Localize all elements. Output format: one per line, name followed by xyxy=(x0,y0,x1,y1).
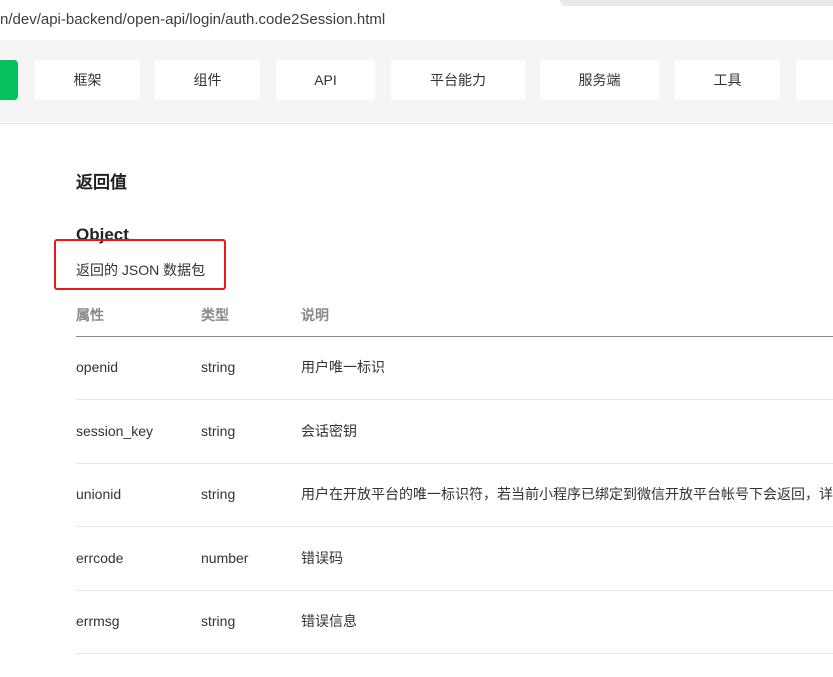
nav-item-tools[interactable]: 工具 xyxy=(675,60,780,100)
section-title-return-value: 返回值 xyxy=(76,173,127,192)
header-type: 类型 xyxy=(201,307,229,323)
table-row: errcode number 错误码 xyxy=(76,527,833,591)
nav-divider xyxy=(0,123,833,124)
row-name: errcode xyxy=(76,550,124,566)
browser-tab-edge xyxy=(560,0,833,6)
row-name: unionid xyxy=(76,486,122,502)
row-desc: 用户唯一标识 xyxy=(301,359,385,375)
nav-item-components[interactable]: 组件 xyxy=(155,60,260,100)
row-desc: 错误码 xyxy=(301,550,343,566)
nav-item-platform-capabilities[interactable]: 平台能力 xyxy=(391,60,525,100)
browser-address-bar[interactable]: n/dev/api-backend/open-api/login/auth.co… xyxy=(0,0,833,41)
row-desc: 用户在开放平台的唯一标识符，若当前小程序已绑定到微信开放平台帐号下会返回，详 xyxy=(301,486,833,502)
row-type: string xyxy=(201,423,236,439)
red-highlight-box xyxy=(54,239,226,290)
row-type: string xyxy=(201,359,236,375)
nav-item-framework[interactable]: 框架 xyxy=(35,60,140,100)
table-row: openid string 用户唯一标识 xyxy=(76,336,833,400)
table-row: errmsg string 错误信息 xyxy=(76,590,833,654)
row-desc: 错误信息 xyxy=(301,613,357,629)
row-name: errmsg xyxy=(76,613,120,629)
row-name: openid xyxy=(76,359,119,375)
nav-active-indicator[interactable] xyxy=(0,60,18,100)
row-name: session_key xyxy=(76,423,154,439)
table-row: session_key string 会话密钥 xyxy=(76,400,833,464)
url-text[interactable]: n/dev/api-backend/open-api/login/auth.co… xyxy=(0,11,385,28)
row-type: number xyxy=(201,550,249,566)
row-desc: 会话密钥 xyxy=(301,423,357,439)
top-navigation: 框架 组件 API 平台能力 服务端 工具 xyxy=(0,40,833,122)
nav-item-api[interactable]: API xyxy=(276,60,375,100)
nav-item-server-side[interactable]: 服务端 xyxy=(540,60,659,100)
header-property: 属性 xyxy=(76,307,104,323)
row-type: string xyxy=(201,486,236,502)
table-row: unionid string 用户在开放平台的唯一标识符，若当前小程序已绑定到微… xyxy=(76,463,833,527)
nav-item-more[interactable] xyxy=(796,60,833,100)
header-description: 说明 xyxy=(301,307,329,323)
table-header: 属性 类型 说明 xyxy=(76,294,833,337)
row-type: string xyxy=(201,613,236,629)
